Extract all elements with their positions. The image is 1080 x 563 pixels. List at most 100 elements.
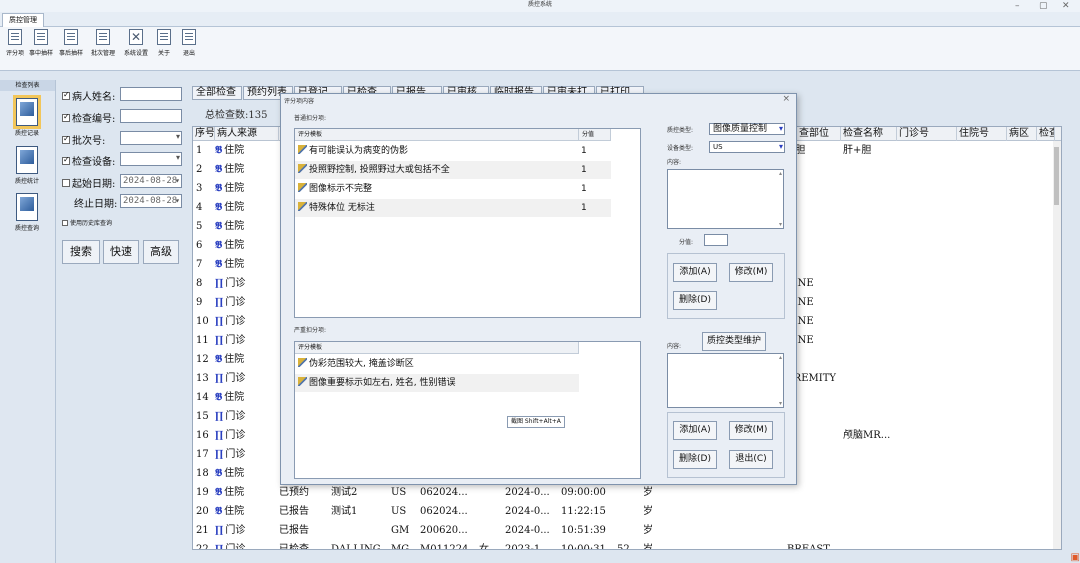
cell-exam-no: M011224	[420, 544, 469, 550]
patient-name-filter[interactable]: 病人姓名:	[62, 88, 115, 103]
patient-source-icon: 𝕭	[215, 259, 223, 270]
tab-qc-manage[interactable]: 质控管理	[2, 13, 44, 27]
batch-no-filter[interactable]: 批次号:	[62, 132, 105, 147]
cell-patient-name: 测试1	[331, 506, 358, 517]
quick-button[interactable]: 快速	[103, 240, 139, 264]
dialog-close-icon[interactable]: ×	[782, 94, 790, 104]
list-item[interactable]: 特殊体位 无标注 1	[295, 199, 611, 217]
checkbox[interactable]	[62, 155, 70, 165]
patient-name-input[interactable]	[120, 87, 182, 101]
query-icon	[16, 193, 38, 221]
col-no[interactable]: 序号	[193, 127, 215, 141]
about-button[interactable]: 关于	[154, 29, 174, 57]
exit-button[interactable]: 退出	[178, 29, 200, 57]
table-row[interactable]: 22 ∏ 门诊 已检查 DAI LING MG M011224 女 2023-1... 10:00…	[193, 540, 1061, 550]
score-item-button[interactable]: 评分项	[2, 29, 28, 57]
cell-exam-no: 062024...	[420, 487, 468, 498]
source-text: 住院	[224, 392, 245, 403]
table-row[interactable]: 20 𝕭 住院 已报告 测试1 US 062024... 2024-0... 11:22:15 岁	[193, 502, 1061, 521]
qc-type-label: 质控类型:	[667, 127, 694, 134]
history-filter[interactable]: 使用历史库查询	[62, 218, 112, 227]
device-type-label: 设备类型:	[667, 145, 694, 152]
col-body-part[interactable]: 查部位	[797, 127, 841, 141]
search-button[interactable]: 搜索	[62, 240, 100, 264]
checkbox[interactable]	[62, 219, 68, 226]
scroll-thumb[interactable]	[1054, 147, 1059, 205]
qc-type-select[interactable]: 图像质量控制	[709, 123, 785, 135]
cell-modality: GM	[391, 525, 410, 536]
qc-type-maintain-button[interactable]: 质控类型维护	[702, 332, 766, 351]
source-text: 住院	[224, 202, 245, 213]
normal-items-table[interactable]: 评分模板 分值 有可能误认为病变的伪影 1 投照野控制, 投照野过大或包括不全 1 图像…	[294, 128, 641, 318]
list-item[interactable]: 图像标示不完整 1	[295, 180, 611, 198]
cell-source: ∏ 门诊	[215, 331, 275, 350]
batch-no-select[interactable]	[120, 131, 182, 145]
in-sample-button[interactable]: 事中抽样	[28, 29, 54, 57]
item-label: 图像重要标示如左右, 姓名, 性别错误	[309, 378, 456, 388]
col-exam-2[interactable]: 检查	[1037, 127, 1055, 141]
cell-age	[617, 483, 633, 502]
device-select[interactable]	[120, 152, 182, 166]
add-severe-button[interactable]: 添加(A)	[673, 421, 717, 440]
cell-exam-no: 062024...	[420, 506, 468, 517]
cell-body-part	[787, 521, 847, 540]
close-icon[interactable]: ✕	[1062, 1, 1070, 11]
checkbox[interactable]	[62, 178, 70, 187]
device-filter[interactable]: 检查设备:	[62, 153, 115, 168]
tab-all[interactable]: 全部检查	[192, 86, 242, 100]
delete-normal-button[interactable]: 删除(D)	[673, 291, 717, 310]
exam-no-filter[interactable]: 检查编号:	[62, 110, 115, 125]
exam-no-input[interactable]	[120, 109, 182, 123]
delete-severe-button[interactable]: 删除(D)	[673, 450, 717, 469]
table-row[interactable]: 19 𝕭 住院 已预约 测试2 US 062024... 2024-0... 09:00:00 岁	[193, 483, 1061, 502]
modify-normal-button[interactable]: 修改(M)	[729, 263, 773, 282]
modify-severe-button[interactable]: 修改(M)	[729, 421, 773, 440]
vertical-scrollbar[interactable]	[1053, 141, 1061, 549]
cell-status: 已检查	[279, 544, 309, 550]
post-sample-button[interactable]: 事后抽样	[58, 29, 84, 57]
advanced-button[interactable]: 高级	[143, 240, 179, 264]
item-score: 1	[581, 165, 587, 175]
add-normal-button[interactable]: 添加(A)	[673, 263, 717, 282]
cell-time: 11:22:15	[561, 506, 606, 517]
exit-dialog-button[interactable]: 退出(C)	[729, 450, 773, 469]
start-date-picker[interactable]: 2024-08-28	[120, 174, 182, 188]
list-item[interactable]: 有可能误认为病变的伪影 1	[295, 142, 611, 160]
col-exam-name[interactable]: 检查名称	[841, 127, 897, 141]
table-row[interactable]: 21 ∏ 门诊 已报告 GM 200620... 2024-0... 10:51:39 岁	[193, 521, 1061, 540]
nav-header: 检查列表	[0, 80, 55, 91]
list-item[interactable]: 伪彩范围较大, 掩盖诊断区	[295, 355, 579, 373]
content-textarea[interactable]: ▾	[667, 169, 784, 229]
checkbox[interactable]	[62, 134, 70, 144]
batch-manage-button[interactable]: 批次管理	[90, 29, 116, 57]
col-ward[interactable]: 病区	[1007, 127, 1037, 141]
score-input[interactable]	[704, 234, 728, 246]
cell-no: 4	[196, 202, 203, 213]
end-date-picker[interactable]: 2024-08-28	[120, 194, 182, 208]
list-item[interactable]: 图像重要标示如左右, 姓名, 性别错误	[295, 374, 579, 392]
source-text: 住院	[224, 468, 245, 479]
list-item[interactable]: 投照野控制, 投照野过大或包括不全 1	[295, 161, 611, 179]
start-date-filter[interactable]: 起始日期:	[62, 175, 115, 190]
maximize-icon[interactable]: ▢	[1039, 1, 1048, 11]
checkbox[interactable]	[62, 90, 70, 100]
col-outpatient-no[interactable]: 门诊号	[897, 127, 957, 141]
col-inpatient-no[interactable]: 住院号	[957, 127, 1007, 141]
checkbox[interactable]	[62, 112, 70, 122]
col-source[interactable]: 病人来源	[215, 127, 279, 141]
device-type-select[interactable]: US	[709, 141, 785, 153]
cell-time: 10:00:31	[561, 544, 606, 550]
cell-exam-name	[843, 274, 899, 293]
nav-item-qc-record[interactable]: 质控记录	[8, 98, 46, 137]
source-text: 门诊	[225, 316, 246, 327]
nav-item-qc-stats[interactable]: 质控统计	[8, 146, 46, 185]
cell-age	[617, 502, 633, 521]
severe-items-table[interactable]: 评分模板 伪彩范围较大, 掩盖诊断区 图像重要标示如左右, 姓名, 性别错误	[294, 341, 641, 479]
minimize-icon[interactable]: –	[1015, 1, 1020, 11]
patient-source-icon: 𝕭	[215, 164, 223, 175]
nav-item-qc-query[interactable]: 质控查询	[8, 193, 46, 232]
settings-button[interactable]: 系统设置	[123, 29, 149, 57]
cell-date: 2024-0...	[505, 525, 550, 536]
severe-content-textarea[interactable]: ▾	[667, 353, 784, 408]
cell-source: ∏ 门诊	[215, 521, 275, 540]
